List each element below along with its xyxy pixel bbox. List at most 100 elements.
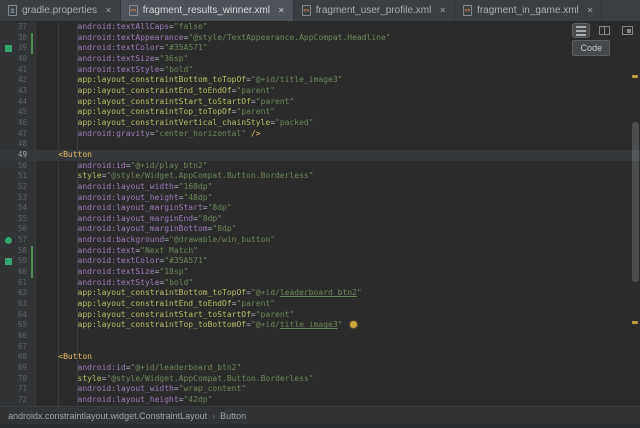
tab-label: fragment_results_winner.xml (143, 5, 270, 16)
code-line[interactable]: 42 app:layout_constraintBottom_toTopOf="… (0, 75, 640, 86)
code-text: android:textSize="36sp" (36, 54, 640, 65)
split-view-button[interactable] (595, 23, 613, 38)
code-line[interactable]: 68 <Button (0, 352, 640, 363)
code-line[interactable]: 46 app:layout_constraintVertical_chainSt… (0, 118, 640, 129)
line-number: 39 (18, 43, 27, 54)
line-number: 38 (18, 33, 27, 44)
gutter-cell: 67 (0, 342, 36, 353)
code-line[interactable]: 50 android:id="@+id/play_btn2" (0, 161, 640, 172)
code-line[interactable]: 39 android:textColor="#35A571" (0, 43, 640, 54)
code-line[interactable]: 54 android:layout_marginStart="8dp" (0, 203, 640, 214)
gutter-cell: 61 (0, 278, 36, 289)
code-text: android:layout_marginStart="8dp" (36, 203, 640, 214)
code-line[interactable]: 72 android:layout_height="42dp" (0, 395, 640, 406)
code-line[interactable]: 66 (0, 331, 640, 342)
code-text: android:layout_height="42dp" (36, 395, 640, 406)
code-line[interactable]: 60 android:textSize="18sp" (0, 267, 640, 278)
code-line[interactable]: 67 (0, 342, 640, 353)
line-number: 57 (18, 235, 27, 246)
code-line[interactable]: 45 app:layout_constraintTop_toTopOf="par… (0, 107, 640, 118)
code-line[interactable]: 49 <Button (0, 150, 640, 161)
breadcrumb-item[interactable]: Button (220, 411, 246, 421)
gutter-cell: 46 (0, 118, 36, 129)
code-text (36, 139, 640, 150)
tab-close-icon[interactable]: ✕ (278, 6, 285, 15)
line-number: 72 (18, 395, 27, 406)
code-line[interactable]: 43 app:layout_constraintEnd_toEndOf="par… (0, 86, 640, 97)
tab-close-icon[interactable]: ✕ (587, 6, 594, 15)
status-bar (0, 424, 640, 428)
breadcrumb: androidx.constraintlayout.widget.Constra… (0, 406, 640, 424)
code-text: android:textColor="#35A571" (36, 43, 640, 54)
editor-scrollbar[interactable] (630, 22, 640, 406)
code-line[interactable]: 64 app:layout_constraintStart_toStartOf=… (0, 310, 640, 321)
code-text: app:layout_constraintStart_toStartOf="pa… (36, 97, 640, 108)
drawable-preview-icon[interactable] (5, 237, 12, 244)
line-number: 49 (18, 150, 27, 161)
code-line[interactable]: 53 android:layout_height="48dp" (0, 193, 640, 204)
design-view-button[interactable] (618, 23, 636, 38)
code-line[interactable]: 52 android:layout_width="160dp" (0, 182, 640, 193)
breadcrumb-separator: › (212, 411, 215, 421)
code-text: app:layout_constraintTop_toTopOf="parent… (36, 107, 640, 118)
gutter-cell: 43 (0, 86, 36, 97)
gutter-cell: 68 (0, 352, 36, 363)
line-number: 61 (18, 278, 27, 289)
code-line[interactable]: 44 app:layout_constraintStart_toStartOf=… (0, 97, 640, 108)
line-number: 54 (18, 203, 27, 214)
code-line[interactable]: 63 app:layout_constraintEnd_toEndOf="par… (0, 299, 640, 310)
code-text: app:layout_constraintStart_toStartOf="pa… (36, 310, 640, 321)
gutter-cell: 60 (0, 267, 36, 278)
code-view-button[interactable] (572, 23, 590, 38)
gutter-cell: 69 (0, 363, 36, 374)
code-text: android:textAllCaps="false" (36, 22, 640, 33)
code-line[interactable]: 55 android:layout_marginEnd="8dp" (0, 214, 640, 225)
warning-bulb-icon[interactable] (350, 321, 357, 328)
gutter-cell: 63 (0, 299, 36, 310)
gutter-cell: 54 (0, 203, 36, 214)
code-line[interactable]: 59 android:textColor="#35A571" (0, 256, 640, 267)
breadcrumb-item[interactable]: androidx.constraintlayout.widget.Constra… (8, 411, 207, 421)
code-line[interactable]: 38 android:textAppearance="@style/TextAp… (0, 33, 640, 44)
line-number: 44 (18, 97, 27, 108)
code-text: android:textStyle="bold" (36, 65, 640, 76)
code-line[interactable]: 69 android:id="@+id/leaderboard_btn2" (0, 363, 640, 374)
code-text: <Button (36, 150, 640, 161)
code-line[interactable]: 56 android:layout_marginBottom="8dp" (0, 224, 640, 235)
code-line[interactable]: 40 android:textSize="36sp" (0, 54, 640, 65)
code-view-icon (576, 26, 586, 28)
code-line[interactable]: 71 android:layout_width="wrap_content" (0, 384, 640, 395)
properties-file-icon (8, 5, 17, 16)
code-line[interactable]: 65 app:layout_constraintTop_toBottomOf="… (0, 320, 640, 331)
code-line[interactable]: 51 style="@style/Widget.AppCompat.Button… (0, 171, 640, 182)
color-preview-icon[interactable] (5, 258, 12, 265)
code-line[interactable]: 61 android:textStyle="bold" (0, 278, 640, 289)
editor-tab[interactable]: fragment_in_game.xml✕ (455, 0, 602, 21)
code-line[interactable]: 57 android:background="@drawable/win_but… (0, 235, 640, 246)
line-number: 45 (18, 107, 27, 118)
vcs-change-marker (31, 267, 33, 278)
line-number: 69 (18, 363, 27, 374)
code-line[interactable]: 37 android:textAllCaps="false" (0, 22, 640, 33)
code-line[interactable]: 62 app:layout_constraintBottom_toTopOf="… (0, 288, 640, 299)
code-line[interactable]: 58 android:text="Next Match" (0, 246, 640, 257)
color-preview-icon[interactable] (5, 45, 12, 52)
editor-tab[interactable]: fragment_user_profile.xml✕ (294, 0, 455, 21)
code-line[interactable]: 48 (0, 139, 640, 150)
gutter-cell: 64 (0, 310, 36, 321)
code-text: android:layout_width="160dp" (36, 182, 640, 193)
line-number: 59 (18, 256, 27, 267)
scrollbar-thumb[interactable] (632, 122, 639, 282)
line-number: 48 (18, 139, 27, 150)
gutter-cell: 50 (0, 161, 36, 172)
code-line[interactable]: 70 style="@style/Widget.AppCompat.Button… (0, 374, 640, 385)
editor-tab[interactable]: gradle.properties✕ (0, 0, 121, 21)
code-line[interactable]: 41 android:textStyle="bold" (0, 65, 640, 76)
editor-tab[interactable]: fragment_results_winner.xml ✕ (121, 0, 294, 21)
tab-close-icon[interactable]: ✕ (105, 6, 112, 15)
tab-close-icon[interactable]: ✕ (439, 6, 446, 15)
gutter-cell: 72 (0, 395, 36, 406)
xml-file-icon (129, 5, 138, 16)
code-line[interactable]: 47 android:gravity="center_horizontal" /… (0, 129, 640, 140)
line-number: 66 (18, 331, 27, 342)
